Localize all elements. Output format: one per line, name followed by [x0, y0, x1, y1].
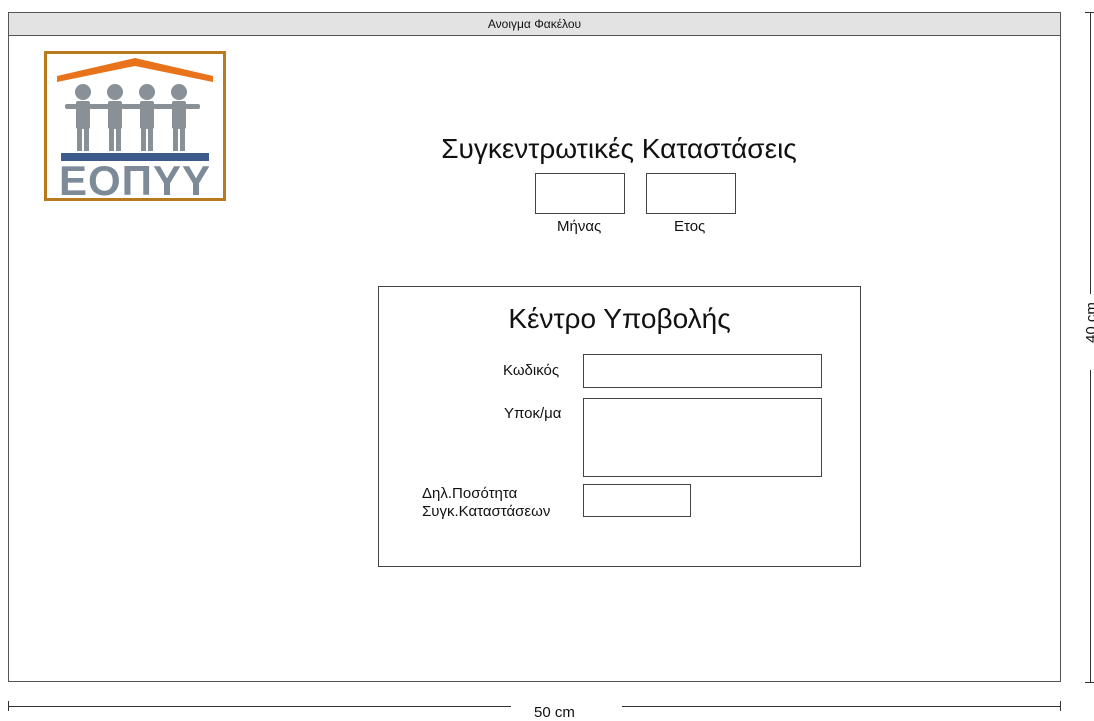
month-input[interactable]	[535, 173, 625, 214]
width-dim-line-left	[8, 706, 511, 707]
code-label: Κωδικός	[503, 362, 560, 379]
eopyy-logo: ΕΟΠΥΥ	[44, 51, 226, 204]
width-dim-tick-right	[1060, 701, 1061, 711]
qty-label-line2: Συγκ.Καταστάσεων	[422, 503, 551, 520]
width-dim-label: 50 cm	[534, 704, 575, 721]
open-folder-window: Ανοιγμα Φακέλου ΕΟΠΥΥ Συγκεντρωτικές Κατ…	[8, 12, 1061, 682]
panel-title: Κέντρο Υποβολής	[508, 303, 731, 334]
height-dim-label: 40 cm	[1083, 302, 1094, 343]
branch-label: Υποκ/μα	[504, 405, 562, 422]
window-title: Ανοιγμα Φακέλου	[9, 13, 1060, 36]
height-dim-line-bottom	[1090, 370, 1091, 683]
summary-heading: Συγκεντρωτικές Καταστάσεις	[441, 133, 797, 164]
height-dim-tick-bottom	[1085, 682, 1094, 683]
branch-textarea[interactable]	[583, 398, 822, 477]
logo-text: ΕΟΠΥΥ	[58, 157, 212, 204]
code-input[interactable]	[583, 354, 822, 388]
year-input[interactable]	[646, 173, 736, 214]
year-label: Ετος	[674, 218, 706, 235]
qty-input[interactable]	[583, 484, 691, 517]
submission-center-panel: Κέντρο Υποβολής Κωδικός Υποκ/μα Δηλ.Ποσό…	[378, 286, 861, 567]
width-dim-line-right	[622, 706, 1060, 707]
qty-label-line1: Δηλ.Ποσότητα	[422, 485, 518, 502]
height-dim-line-top	[1090, 12, 1091, 294]
month-label: Μήνας	[557, 218, 602, 235]
